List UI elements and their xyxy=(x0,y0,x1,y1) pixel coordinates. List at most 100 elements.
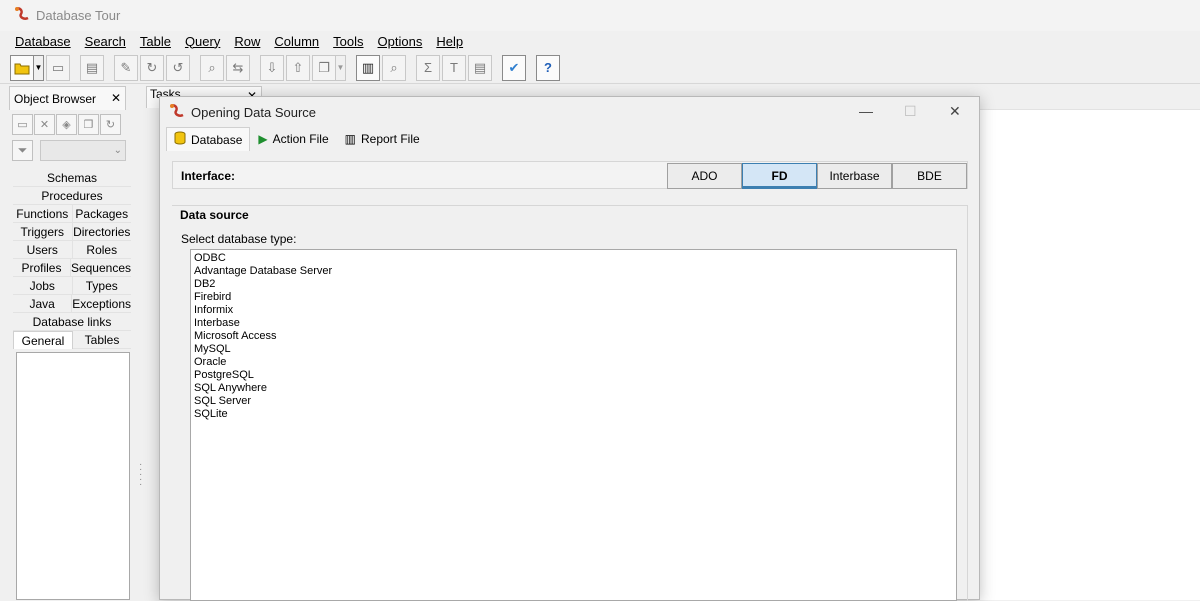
menu-help[interactable]: Help xyxy=(429,34,470,49)
menu-query[interactable]: Query xyxy=(178,34,227,49)
interface-ado-button[interactable]: ADO xyxy=(667,163,742,189)
refresh-icon[interactable]: ↻ xyxy=(100,114,121,135)
interface-fd-button[interactable]: FD xyxy=(742,163,817,189)
tab-database[interactable]: Database xyxy=(166,127,251,151)
copy-object-icon[interactable]: ❐ xyxy=(78,114,99,135)
delete-icon[interactable]: ✕ xyxy=(34,114,55,135)
dropdown-icon[interactable]: ▼ xyxy=(33,54,44,81)
category-sequences[interactable]: Sequences xyxy=(70,259,131,277)
redo-icon[interactable]: ↻ xyxy=(140,54,164,81)
edit-doc-icon[interactable]: ▤ xyxy=(80,54,104,81)
app-title: Database Tour xyxy=(36,8,121,23)
category-profiles[interactable]: Profiles xyxy=(13,259,71,277)
menu-row[interactable]: Row xyxy=(227,34,267,49)
workspace-area xyxy=(980,109,1200,600)
tab-database-label: Database xyxy=(191,132,243,147)
opening-data-source-dialog: Opening Data Source — ☐ ✕ Database ▶ Act… xyxy=(159,96,980,601)
category-database-links[interactable]: Database links xyxy=(13,313,131,331)
category-triggers[interactable]: Triggers xyxy=(13,223,73,241)
database-type-list[interactable]: ODBC Advantage Database Server DB2 Fireb… xyxy=(190,249,957,601)
object-list[interactable] xyxy=(16,352,130,600)
menu-table[interactable]: Table xyxy=(133,34,178,49)
copy-dropdown-icon[interactable]: ▼ xyxy=(335,54,346,81)
tab-object-browser[interactable]: Object Browser ✕ xyxy=(9,86,126,110)
list-item[interactable]: ODBC xyxy=(193,252,954,265)
preview-icon[interactable]: ⌕ xyxy=(382,54,406,81)
category-jobs[interactable]: Jobs xyxy=(13,277,73,295)
category-schemas[interactable]: Schemas xyxy=(13,169,131,187)
category-packages[interactable]: Packages xyxy=(72,205,131,223)
list-item[interactable]: PostgreSQL xyxy=(193,369,954,382)
category-exceptions[interactable]: Exceptions xyxy=(72,295,131,313)
filter-combo[interactable]: ⌄ xyxy=(40,140,126,161)
dialog-close-icon[interactable]: ✕ xyxy=(949,103,961,120)
edit-icon[interactable]: ✎ xyxy=(114,54,138,81)
object-categories: Schemas Procedures Functions Packages Tri… xyxy=(13,169,131,349)
list-item[interactable]: SQL Anywhere xyxy=(193,382,954,395)
notes-icon[interactable]: ▤ xyxy=(468,54,492,81)
list-item[interactable]: Microsoft Access xyxy=(193,330,954,343)
text-icon[interactable]: T xyxy=(442,54,466,81)
list-item[interactable]: SQLite xyxy=(193,408,954,421)
new-icon[interactable]: ▭ xyxy=(12,114,33,135)
data-source-title: Data source xyxy=(180,208,249,222)
minimize-icon[interactable]: — xyxy=(859,103,873,119)
splitter-grip-icon[interactable]: · · · · · xyxy=(139,460,142,490)
report-icon[interactable]: ▥ xyxy=(356,54,380,81)
list-item[interactable]: MySQL xyxy=(193,343,954,356)
filter-icon[interactable]: ⏷ xyxy=(12,140,33,161)
category-directories[interactable]: Directories xyxy=(72,223,131,241)
close-icon[interactable]: ✕ xyxy=(111,91,121,105)
interface-bde-button[interactable]: BDE xyxy=(892,163,967,189)
open-folder-icon[interactable]: ▭ xyxy=(46,54,70,81)
object-browser-label: Object Browser xyxy=(14,91,97,106)
category-users[interactable]: Users xyxy=(13,241,73,259)
menu-column[interactable]: Column xyxy=(267,34,326,49)
dialog-titlebar: Opening Data Source — ☐ ✕ xyxy=(160,97,979,127)
category-types[interactable]: Types xyxy=(72,277,131,295)
interface-label: Interface: xyxy=(181,169,236,183)
list-item[interactable]: Advantage Database Server xyxy=(193,265,954,278)
list-item[interactable]: Oracle xyxy=(193,356,954,369)
tab-tables[interactable]: Tables xyxy=(73,331,131,349)
import-icon[interactable]: ⇩ xyxy=(260,54,284,81)
dialog-title: Opening Data Source xyxy=(191,104,317,120)
menu-search[interactable]: Search xyxy=(78,34,133,49)
dependencies-icon[interactable]: ◈ xyxy=(56,114,77,135)
select-database-type-label: Select database type: xyxy=(181,232,297,246)
interface-interbase-button[interactable]: Interbase xyxy=(817,163,892,189)
tab-general[interactable]: General xyxy=(13,331,73,349)
list-item[interactable]: Informix xyxy=(193,304,954,317)
list-item[interactable]: Interbase xyxy=(193,317,954,330)
category-java[interactable]: Java xyxy=(13,295,73,313)
find-replace-icon[interactable]: ⇆ xyxy=(226,54,250,81)
category-procedures[interactable]: Procedures xyxy=(13,187,131,205)
object-browser-toolbar: ▭ ✕ ◈ ❐ ↻ xyxy=(12,114,122,135)
open-database-icon[interactable] xyxy=(10,54,34,81)
tab-report-file[interactable]: ▥ Report File xyxy=(337,127,428,151)
database-icon xyxy=(174,131,186,148)
app-titlebar: Database Tour xyxy=(0,0,1200,31)
menu-bar: Database Search Table Query Row Column T… xyxy=(0,31,1200,51)
list-item[interactable]: DB2 xyxy=(193,278,954,291)
category-roles[interactable]: Roles xyxy=(72,241,131,259)
menu-options[interactable]: Options xyxy=(371,34,430,49)
help-icon[interactable]: ? xyxy=(536,54,560,81)
menu-database[interactable]: Database xyxy=(8,34,78,49)
menu-tools[interactable]: Tools xyxy=(326,34,370,49)
toolbar: ▼ ▭ ▤ ✎ ↻ ↺ ⌕ ⇆ ⇩ ⇧ ❐ ▼ ▥ ⌕ Σ T ▤ ✔ ? xyxy=(0,52,1200,84)
category-functions[interactable]: Functions xyxy=(13,205,73,223)
copy-icon[interactable]: ❐ xyxy=(312,54,336,81)
tab-action-file[interactable]: ▶ Action File xyxy=(250,127,336,151)
undo-icon[interactable]: ↺ xyxy=(166,54,190,81)
list-item[interactable]: SQL Server xyxy=(193,395,954,408)
interface-buttons: ADO FD Interbase BDE xyxy=(667,163,967,189)
dialog-tabs: Database ▶ Action File ▥ Report File xyxy=(166,127,428,151)
checklist-icon[interactable]: ✔ xyxy=(502,54,526,81)
maximize-icon: ☐ xyxy=(904,103,917,119)
sum-icon[interactable]: Σ xyxy=(416,54,440,81)
list-item[interactable]: Firebird xyxy=(193,291,954,304)
export-icon[interactable]: ⇧ xyxy=(286,54,310,81)
binoculars-icon[interactable]: ⌕ xyxy=(200,54,224,81)
tab-report-file-label: Report File xyxy=(360,132,420,146)
